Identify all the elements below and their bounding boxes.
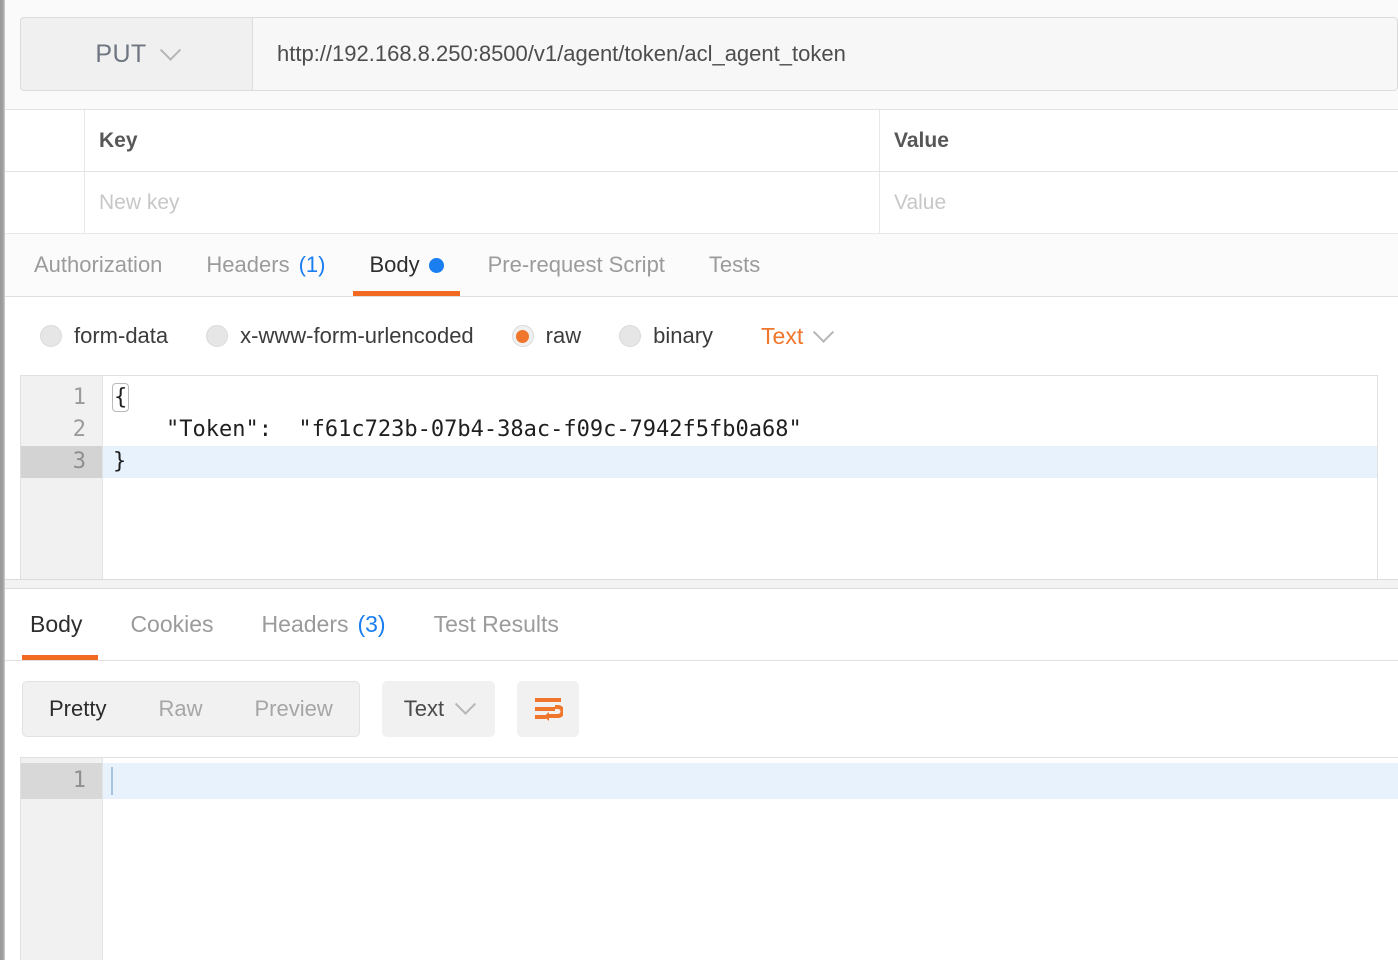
line-number: 2 [72,417,86,442]
new-key-input[interactable]: New key [85,172,880,233]
code-line[interactable]: { [103,382,1377,414]
body-language-dropdown[interactable]: Text [761,321,835,350]
response-view-switch: Pretty Raw Preview [22,680,360,737]
code-line[interactable] [103,762,1398,799]
column-header-value: Value [894,128,949,152]
tab-count-badge: (1) [298,252,326,277]
radio-icon [40,325,62,347]
tab-label: Authorization [34,252,163,277]
row-checkbox-gutter [0,172,85,233]
chevron-down-icon [159,39,181,61]
url-bar: PUT http://192.168.8.250:8500/v1/agent/t… [0,0,1398,110]
new-value-input[interactable]: Value [880,172,1398,233]
response-view-raw[interactable]: Raw [132,682,228,736]
response-format-dropdown[interactable]: Text [381,680,496,737]
request-body-editor[interactable]: 1 2 3 { "Token": "f61c723b-07b4-38ac-f09… [20,375,1378,579]
tab-tests[interactable]: Tests [687,234,782,296]
tab-body[interactable]: Body [347,234,465,296]
body-type-label: x-www-form-urlencoded [240,323,474,348]
request-line-gutter: 1 2 3 [21,376,103,579]
tab-headers[interactable]: Headers (1) [184,234,347,296]
response-tab-headers[interactable]: Headers (3) [238,589,410,660]
tab-label: Test Results [433,610,559,637]
response-view-preview[interactable]: Preview [228,682,358,736]
response-tab-body[interactable]: Body [22,589,106,660]
body-type-urlencoded[interactable]: x-www-form-urlencoded [206,323,502,349]
tab-authorization[interactable]: Authorization [28,234,184,296]
radio-icon [206,325,229,347]
tab-label: Pre-request Script [487,252,665,277]
tab-label: Cookies [130,610,214,637]
tab-count-badge: (3) [357,610,386,637]
response-tab-cookies[interactable]: Cookies [106,589,237,660]
tab-label: Headers [261,610,349,637]
body-type-label: binary [653,323,714,348]
row-checkbox-gutter [0,110,85,171]
line-number: 1 [72,385,86,410]
code-line[interactable]: "Token": "f61c723b-07b4-38ac-f09c-7942f5… [103,414,1377,446]
params-table: Key Value New key Value [0,110,1398,234]
bracket-match-highlight: { [111,383,130,412]
response-format-label: Text [403,695,445,721]
url-input[interactable]: http://192.168.8.250:8500/v1/agent/token… [252,17,1398,91]
word-wrap-button[interactable] [517,680,580,737]
tab-label: Headers [206,252,290,277]
response-split-handle[interactable] [0,578,1398,589]
chevron-down-icon [813,321,835,343]
radio-selected-icon [511,325,534,347]
response-tabs: Body Cookies Headers (3) Test Results [0,588,1398,661]
body-language-label: Text [761,322,804,349]
radio-icon [619,325,642,347]
tab-label: Body [369,252,420,277]
response-body-viewer[interactable]: 1 [20,756,1398,960]
word-wrap-icon [535,697,564,721]
postman-request-builder: PUT http://192.168.8.250:8500/v1/agent/t… [0,0,1398,960]
response-line-gutter: 1 [21,757,103,960]
tab-pre-request-script[interactable]: Pre-request Script [466,234,687,296]
response-view-pretty[interactable]: Pretty [23,681,133,736]
params-table-header-row: Key Value [0,110,1398,172]
body-type-binary[interactable]: binary [619,323,741,349]
body-type-label: raw [545,323,582,348]
response-toolbar: Pretty Raw Preview Text [0,660,1398,757]
chevron-down-icon [454,693,477,715]
body-type-form-data[interactable]: form-data [40,323,196,349]
tab-label: Body [30,610,83,637]
text-caret [111,766,113,795]
body-type-selector: form-data x-www-form-urlencoded raw bina… [0,297,1398,375]
response-tab-test-results[interactable]: Test Results [410,589,583,660]
request-code-area[interactable]: 1 2 3 { "Token": "f61c723b-07b4-38ac-f09… [21,376,1377,579]
request-tabs: Authorization Headers (1) Body Pre-reque… [0,234,1398,297]
column-header-key: Key [85,110,880,171]
body-modified-dot-icon [428,257,444,273]
code-line[interactable]: } [103,446,1377,478]
tab-label: Tests [708,252,761,277]
body-type-label: form-data [74,323,169,348]
body-type-raw[interactable]: raw [511,323,609,349]
http-method-label: PUT [95,39,147,68]
line-number: 3 [21,446,102,478]
params-table-new-row[interactable]: New key Value [0,172,1398,234]
http-method-dropdown[interactable]: PUT [20,17,252,91]
window-left-edge [0,0,5,960]
response-code-lines[interactable] [103,758,1398,960]
line-number: 1 [21,762,102,799]
request-code-lines[interactable]: { "Token": "f61c723b-07b4-38ac-f09c-7942… [103,376,1377,579]
